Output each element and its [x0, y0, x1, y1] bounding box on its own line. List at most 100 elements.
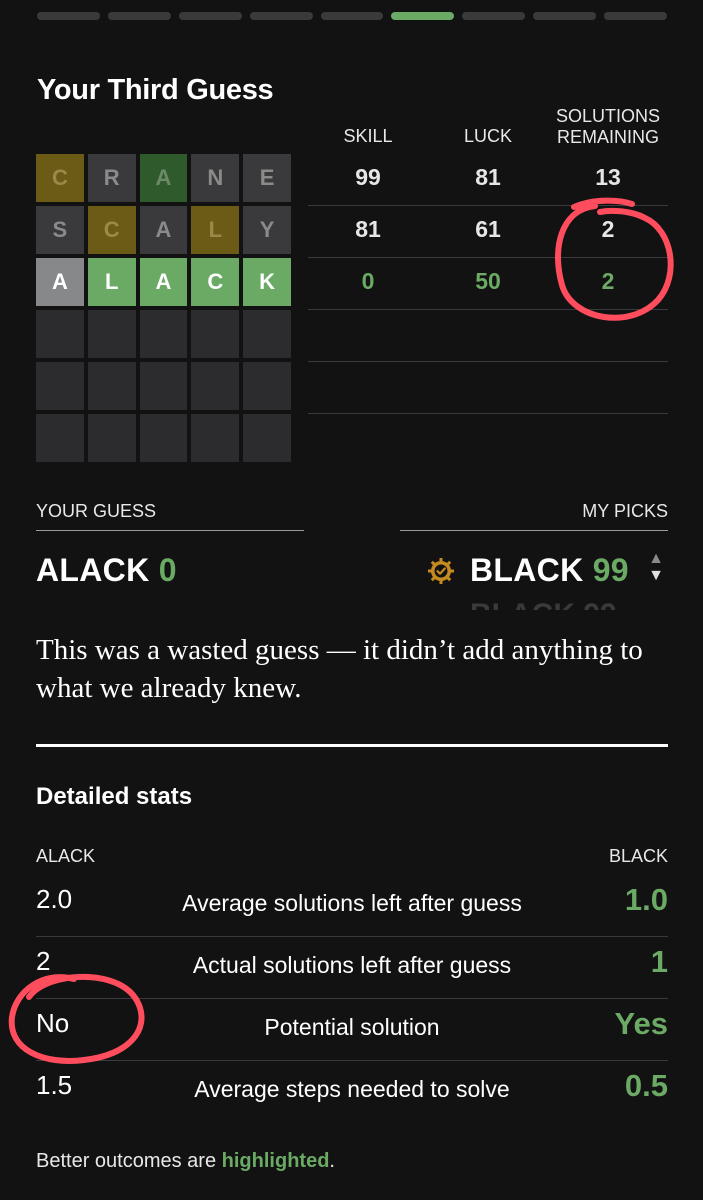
letter-tile: E: [243, 154, 291, 202]
letter-tile: [36, 414, 84, 462]
your-guess-score: 0: [158, 552, 177, 588]
stats-row: 99 81 13: [308, 154, 668, 206]
letter-tile: [139, 310, 188, 358]
stats-row: 81 61 2: [308, 206, 668, 258]
grid-row: ALACK: [36, 258, 291, 306]
progress-segment: [604, 12, 668, 20]
letter-tile: [87, 310, 136, 358]
letter-tile: [243, 310, 291, 358]
letter-tile: C: [36, 154, 84, 202]
skill-column-header: SKILL: [343, 126, 393, 146]
detail-metric-label: Potential solution: [264, 1014, 440, 1040]
progress-segment: [178, 12, 242, 20]
progress-segment: [320, 12, 384, 20]
guess-grid: CRANESCALYALACK: [36, 154, 291, 466]
progress-segment: [391, 12, 455, 20]
luck-column-header: LUCK: [463, 126, 512, 146]
detail-left-label: ALACK: [36, 846, 96, 866]
detail-right-label: BLACK: [608, 846, 668, 866]
letter-tile: [36, 310, 84, 358]
next-pick-peek: BLACK 99: [470, 598, 617, 610]
letter-tile: [191, 362, 240, 410]
footer-prefix: Better outcomes are: [36, 1150, 222, 1172]
letter-tile: [243, 362, 291, 410]
progress-segment: [249, 12, 313, 20]
luck-value: 61: [475, 216, 501, 242]
letter-tile: K: [243, 258, 291, 306]
letter-tile: [139, 362, 188, 410]
detail-metric-label: Average steps needed to solve: [194, 1076, 510, 1102]
your-guess-label: YOUR GUESS: [36, 501, 157, 521]
letter-tile: [191, 414, 240, 462]
detail-row: 2.0 Average solutions left after guess 1…: [36, 874, 668, 937]
letter-tile: [87, 362, 136, 410]
detail-right-value: Yes: [614, 1006, 668, 1041]
solutions-remaining-header: SOLUTIONS REMAINING: [548, 106, 668, 148]
stats-row-empty: [308, 310, 668, 362]
detail-right-value: 1: [650, 944, 668, 979]
letter-tile: [139, 414, 188, 462]
footer-highlight: highlighted: [221, 1150, 330, 1172]
grid-row: [36, 362, 291, 410]
letter-tile: L: [191, 206, 240, 254]
progress-bar: [37, 12, 668, 22]
luck-value: 50: [475, 268, 501, 294]
stats-row-empty: [308, 362, 668, 414]
down-arrow-icon[interactable]: ▼: [648, 567, 664, 584]
progress-segment: [107, 12, 171, 20]
progress-segment: [37, 12, 100, 20]
letter-tile: [191, 310, 240, 358]
letter-tile: A: [36, 258, 84, 306]
my-picks-label: MY PICKS: [582, 501, 668, 521]
solutions-value: 2: [601, 268, 615, 294]
your-guess-text: ALACK: [36, 552, 150, 588]
up-arrow-icon[interactable]: ▲: [648, 550, 664, 567]
grid-row: [36, 414, 291, 462]
page-title: Your Third Guess: [37, 74, 274, 106]
detailed-stats-title: Detailed stats: [36, 783, 193, 810]
letter-tile: [243, 414, 291, 462]
skill-value: 99: [355, 164, 381, 190]
footer-note: Better outcomes are highlighted.: [36, 1150, 335, 1173]
divider: [400, 530, 668, 531]
letter-tile: L: [87, 258, 136, 306]
divider: [36, 530, 304, 531]
detail-metric-label: Average solutions left after guess: [182, 890, 522, 916]
detail-row: No Potential solution Yes: [36, 998, 668, 1061]
letter-tile: C: [191, 258, 240, 306]
solutions-header-line2: REMAINING: [556, 127, 659, 147]
skill-value: 0: [361, 268, 375, 294]
gear-check-icon: [428, 558, 454, 584]
progress-segment: [533, 12, 597, 20]
my-pick-score: 99: [592, 552, 629, 588]
letter-tile: N: [191, 154, 240, 202]
my-pick-word[interactable]: BLACK 99: [470, 552, 629, 589]
solutions-header-line1: SOLUTIONS: [555, 106, 661, 126]
detail-row: 2 Actual solutions left after guess 1: [36, 936, 668, 999]
letter-tile: A: [139, 206, 188, 254]
luck-value: 81: [475, 164, 501, 190]
your-guess-word: ALACK 0: [36, 552, 177, 589]
section-divider: [36, 744, 668, 747]
letter-tile: [87, 414, 136, 462]
progress-segment: [462, 12, 526, 20]
letter-tile: C: [87, 206, 136, 254]
detail-row: 1.5 Average steps needed to solve 0.5: [36, 1060, 668, 1122]
letter-tile: A: [139, 154, 188, 202]
guess-stats-table: 99 81 13 81 61 2 0 50 2: [308, 154, 668, 414]
letter-tile: Y: [243, 206, 291, 254]
solutions-value: 13: [595, 164, 621, 190]
detail-right-value: 1.0: [624, 882, 668, 917]
pick-scroll-arrows[interactable]: ▲ ▼: [648, 550, 664, 584]
grid-row: [36, 310, 291, 358]
letter-tile: A: [139, 258, 188, 306]
grid-row: SCALY: [36, 206, 291, 254]
letter-tile: S: [36, 206, 84, 254]
detail-right-value: 0.5: [624, 1068, 668, 1103]
detail-metric-label: Actual solutions left after guess: [192, 952, 512, 978]
letter-tile: R: [87, 154, 136, 202]
stats-row: 0 50 2: [308, 258, 668, 310]
my-pick-text: BLACK: [470, 552, 584, 588]
letter-tile: [36, 362, 84, 410]
footer-suffix: .: [329, 1150, 335, 1172]
